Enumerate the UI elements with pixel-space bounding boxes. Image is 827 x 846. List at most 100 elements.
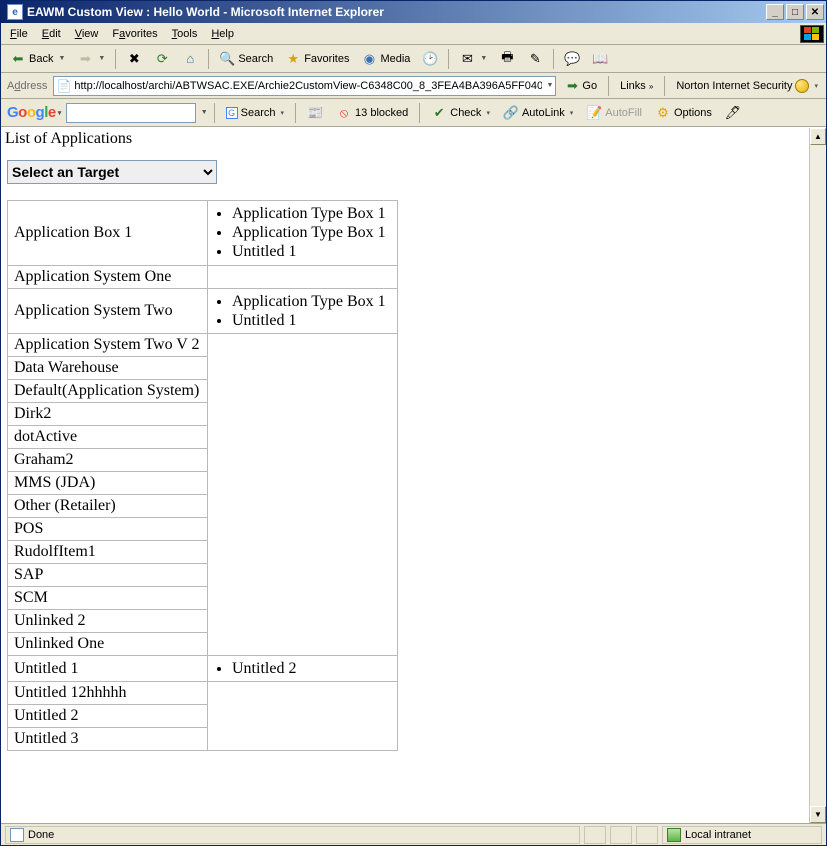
status-text: Done	[28, 829, 54, 841]
edit-button[interactable]: ✎	[522, 48, 548, 70]
scroll-up-button[interactable]: ▲	[810, 128, 826, 145]
google-search-button[interactable]: G Search ▾	[221, 102, 289, 124]
blocked-icon: ⦸	[336, 105, 352, 121]
items-list: Untitled 2	[214, 659, 391, 678]
application-items-cell	[208, 632, 398, 655]
titlebar: e EAWM Custom View : Hello World - Micro…	[1, 1, 826, 23]
home-button[interactable]: ⌂	[177, 48, 203, 70]
norton-toolbar[interactable]: Norton Internet Security ▾	[672, 77, 822, 95]
options-icon: ⚙	[655, 105, 671, 121]
go-arrow-icon: ➡	[564, 78, 580, 94]
table-row: Application System Two V 2	[8, 333, 398, 356]
application-name-cell: Default(Application System)	[8, 379, 208, 402]
status-main-pane: Done	[5, 826, 580, 844]
standard-toolbar: ⬅ Back ▼ ➡ ▼ ✖ ⟳ ⌂ 🔍 Search ★ Favorites …	[1, 45, 826, 73]
menu-file[interactable]: File	[3, 26, 35, 42]
menu-tools[interactable]: Tools	[165, 26, 205, 42]
application-items-cell	[208, 682, 398, 705]
google-autolink-button[interactable]: 🔗 AutoLink ▾	[498, 102, 578, 124]
close-button[interactable]: ✕	[806, 4, 824, 20]
media-button[interactable]: ◉ Media	[356, 48, 415, 70]
history-button[interactable]: 🕑	[417, 48, 443, 70]
google-autofill-button[interactable]: 📝 AutoFill	[581, 102, 647, 124]
page-icon: 📄	[56, 78, 72, 94]
go-button[interactable]: ➡ Go	[560, 76, 601, 96]
application-items-cell	[208, 563, 398, 586]
separator	[553, 49, 554, 69]
url-input[interactable]	[72, 79, 544, 93]
google-blocked-button[interactable]: ⦸ 13 blocked	[331, 102, 413, 124]
chevron-down-icon: ▼	[98, 55, 105, 62]
menu-help[interactable]: Help	[204, 26, 241, 42]
norton-label: Norton Internet Security	[676, 80, 792, 92]
table-row: Dirk2	[8, 402, 398, 425]
discuss-button[interactable]: 💬	[559, 48, 585, 70]
back-button[interactable]: ⬅ Back ▼	[5, 48, 70, 70]
application-items-cell	[208, 705, 398, 728]
table-row: Application System TwoApplication Type B…	[8, 288, 398, 333]
google-toolbar: Google ▾ ▼ G Search ▾ 📰 ⦸ 13 blocked ✔ C…	[1, 99, 826, 127]
scroll-track[interactable]	[810, 145, 826, 806]
minimize-button[interactable]: _	[766, 4, 784, 20]
chevron-down-icon[interactable]: ▼	[546, 82, 553, 89]
search-button[interactable]: 🔍 Search	[214, 48, 278, 70]
table-row: Untitled 12hhhhh	[8, 682, 398, 705]
application-name-cell: Untitled 2	[8, 705, 208, 728]
table-row: Unlinked One	[8, 632, 398, 655]
autolink-icon: 🔗	[503, 105, 519, 121]
application-items-cell: Application Type Box 1Untitled 1	[208, 288, 398, 333]
google-news-button[interactable]: 📰	[302, 102, 328, 124]
maximize-button[interactable]: □	[786, 4, 804, 20]
table-row: RudolfItem1	[8, 540, 398, 563]
address-field[interactable]: 📄 ▼	[53, 76, 556, 96]
table-row: Graham2	[8, 448, 398, 471]
norton-globe-icon	[795, 79, 809, 93]
links-button[interactable]: Links »	[616, 78, 657, 94]
application-items-cell	[208, 402, 398, 425]
back-arrow-icon: ⬅	[10, 51, 26, 67]
table-row: POS	[8, 517, 398, 540]
application-name-cell: RudolfItem1	[8, 540, 208, 563]
application-name-cell: SAP	[8, 563, 208, 586]
list-item: Application Type Box 1	[232, 223, 391, 242]
search-label: Search	[238, 53, 273, 65]
application-items-cell	[208, 333, 398, 356]
page-body: List of Applications Select an Target Ap…	[1, 128, 809, 823]
window-title: EAWM Custom View : Hello World - Microso…	[27, 5, 766, 19]
stop-button[interactable]: ✖	[121, 48, 147, 70]
google-search-input[interactable]	[66, 103, 196, 123]
google-highlight-button[interactable]: 🖊	[720, 102, 746, 124]
table-row: Other (Retailer)	[8, 494, 398, 517]
research-button[interactable]: 📖	[587, 48, 613, 70]
forward-arrow-icon: ➡	[77, 51, 93, 67]
table-row: Untitled 1Untitled 2	[8, 655, 398, 681]
chevron-down-icon: ▼	[58, 55, 65, 62]
menubar: File Edit View Favorites Tools Help	[1, 23, 826, 45]
items-list: Application Type Box 1Application Type B…	[214, 204, 391, 262]
vertical-scrollbar[interactable]: ▲ ▼	[809, 128, 826, 823]
print-button[interactable]: 🖶	[494, 48, 520, 70]
table-row: Unlinked 2	[8, 609, 398, 632]
application-name-cell: SCM	[8, 586, 208, 609]
target-select[interactable]: Select an Target	[7, 160, 217, 184]
refresh-button[interactable]: ⟳	[149, 48, 175, 70]
refresh-icon: ⟳	[154, 51, 170, 67]
google-logo[interactable]: Google ▾	[5, 104, 63, 121]
application-name-cell: Graham2	[8, 448, 208, 471]
menu-favorites[interactable]: Favorites	[105, 26, 164, 42]
google-check-button[interactable]: ✔ Check ▾	[426, 102, 495, 124]
table-row: SCM	[8, 586, 398, 609]
windows-logo-icon	[800, 25, 824, 43]
scroll-down-button[interactable]: ▼	[810, 806, 826, 823]
forward-button[interactable]: ➡ ▼	[72, 48, 110, 70]
mail-button[interactable]: ✉▼	[454, 48, 492, 70]
menu-edit[interactable]: Edit	[35, 26, 68, 42]
status-pane-3	[636, 826, 658, 844]
application-items-cell	[208, 471, 398, 494]
favorites-button[interactable]: ★ Favorites	[280, 48, 354, 70]
google-options-button[interactable]: ⚙ Options	[650, 102, 717, 124]
separator	[664, 76, 665, 96]
applications-table: Application Box 1Application Type Box 1A…	[7, 200, 398, 751]
menu-view[interactable]: View	[68, 26, 106, 42]
chevron-down-icon[interactable]: ▼	[201, 109, 208, 116]
